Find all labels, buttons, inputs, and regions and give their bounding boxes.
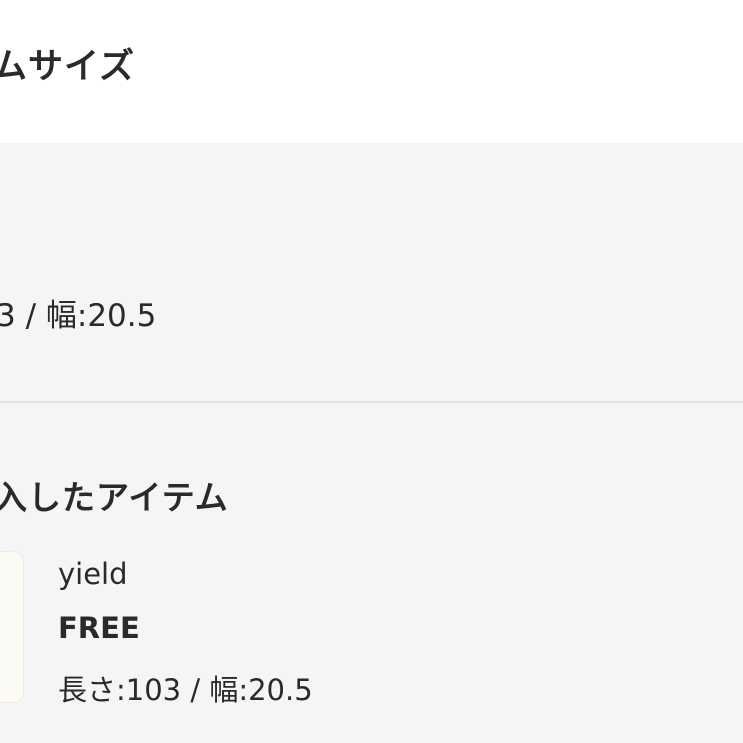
section-header: ムサイズ [0,0,743,143]
page: ムサイズ 3 / 幅:20.5 入したアイテム yield FREE 長さ:10… [0,0,743,743]
item-thumbnail-image[interactable] [0,551,24,703]
purchased-items-panel: 入したアイテム yield FREE 長さ:103 / 幅:20.5 [0,403,743,743]
purchased-item-row[interactable]: yield FREE 長さ:103 / 幅:20.5 [0,551,743,707]
item-size: FREE [58,611,140,645]
section-title-size: ムサイズ [0,47,135,87]
size-measurement-text: 3 / 幅:20.5 [0,298,157,334]
item-measurements: 長さ:103 / 幅:20.5 [58,673,313,707]
size-details-panel: 3 / 幅:20.5 [0,143,743,403]
item-brand: yield [58,557,128,591]
purchased-items-title: 入したアイテム [0,478,229,517]
